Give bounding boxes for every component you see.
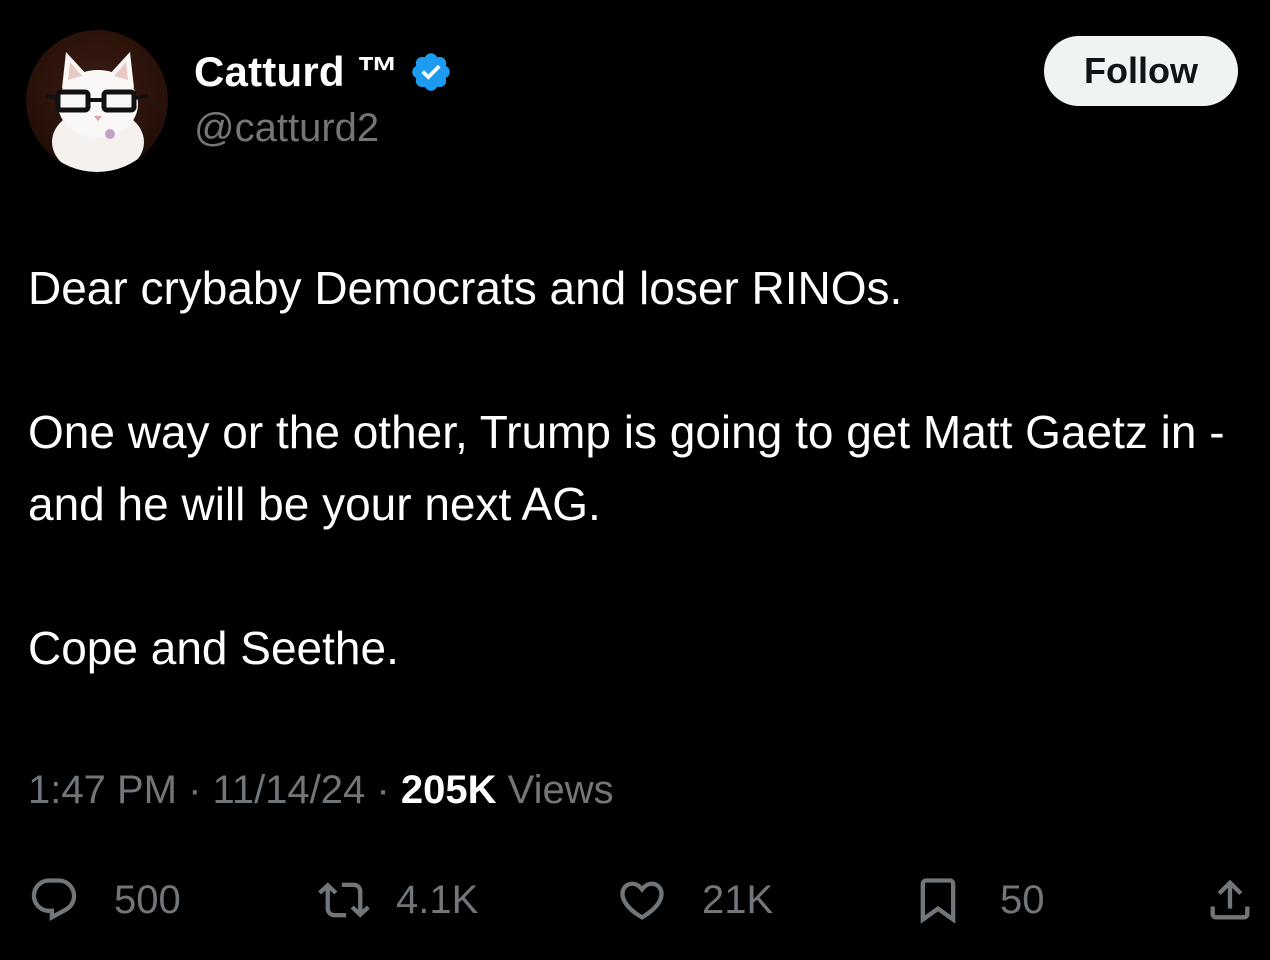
author-info: Catturd ™ @catturd2 — [194, 44, 453, 151]
tweet-paragraph: One way or the other, Trump is going to … — [28, 406, 1225, 530]
follow-button[interactable]: Follow — [1044, 36, 1238, 106]
views-label: Views — [507, 768, 614, 812]
reply-icon — [31, 878, 77, 922]
views-count[interactable]: 205K — [401, 768, 497, 812]
tweet-date[interactable]: 11/14/24 — [213, 768, 366, 812]
tweet-paragraph: Cope and Seethe. — [28, 622, 399, 674]
tweet-meta: 1:47 PM · 11/14/24 · 205K Views — [28, 768, 614, 813]
repost-count: 4.1K — [396, 877, 479, 922]
bookmark-button[interactable]: 50 — [912, 860, 1045, 940]
repost-button[interactable]: 4.1K — [318, 860, 478, 940]
bookmark-count: 50 — [1000, 877, 1045, 922]
avatar[interactable] — [26, 30, 168, 172]
tweet-paragraph: Dear crybaby Democrats and loser RINOs. — [28, 262, 903, 314]
tweet-body: Dear crybaby Democrats and loser RINOs. … — [28, 252, 1238, 684]
action-bar: 500 4.1K 21K 50 — [28, 860, 1262, 940]
share-button[interactable] — [1204, 860, 1256, 940]
meta-separator: · — [188, 768, 202, 812]
reply-button[interactable]: 500 — [28, 860, 181, 940]
heart-icon — [620, 881, 664, 920]
verified-badge-icon[interactable] — [409, 50, 453, 94]
reply-count: 500 — [114, 877, 181, 922]
like-count: 21K — [702, 877, 774, 922]
share-icon — [1210, 879, 1250, 920]
display-name[interactable]: Catturd ™ — [194, 48, 399, 96]
user-handle[interactable]: @catturd2 — [194, 106, 453, 151]
like-button[interactable]: 21K — [616, 860, 773, 940]
cat-avatar-image — [45, 52, 149, 172]
bookmark-icon — [920, 878, 956, 924]
repost-icon — [318, 882, 370, 918]
tweet-time[interactable]: 1:47 PM — [28, 768, 177, 812]
meta-separator: · — [376, 768, 390, 812]
display-name-row: Catturd ™ — [194, 44, 453, 100]
tweet-header: Catturd ™ @catturd2 Follow — [26, 30, 1246, 180]
